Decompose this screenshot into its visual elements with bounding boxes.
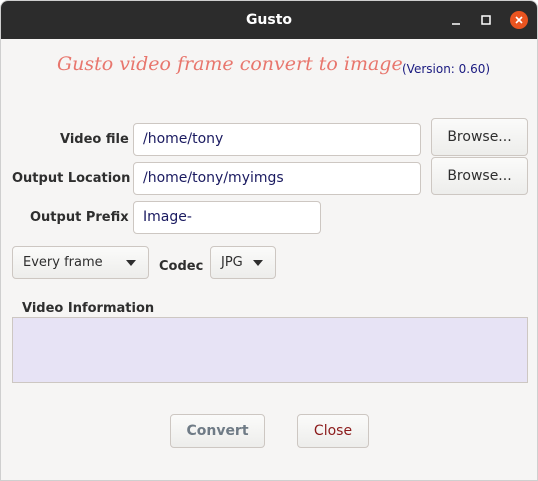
title-bar: Gusto	[1, 1, 537, 39]
output-prefix-input[interactable]: Image-	[133, 201, 321, 234]
video-file-input[interactable]: /home/tony	[133, 123, 421, 156]
dialog-body: Gusto video frame convert to image (Vers…	[1, 39, 537, 480]
video-file-browse-button[interactable]: Browse...	[431, 118, 528, 156]
version-label: (Version: 0.60)	[402, 62, 491, 76]
minimize-icon	[452, 23, 460, 25]
window-close-button[interactable]	[510, 11, 528, 29]
output-location-label: Output Location	[12, 171, 131, 186]
chevron-down-icon	[253, 260, 263, 266]
close-button[interactable]: Close	[297, 414, 369, 448]
maximize-button[interactable]	[477, 11, 495, 29]
app-window: Gusto Gusto video frame convert to image…	[0, 0, 538, 481]
video-information-label: Video Information	[22, 301, 155, 316]
output-location-browse-button[interactable]: Browse...	[431, 157, 528, 195]
video-file-label: Video file	[60, 132, 129, 147]
maximize-icon	[481, 15, 491, 25]
output-location-input[interactable]: /home/tony/myimgs	[133, 162, 421, 195]
codec-label: Codec	[159, 259, 204, 274]
close-icon	[515, 16, 523, 24]
chevron-down-icon	[126, 260, 136, 266]
convert-button[interactable]: Convert	[170, 414, 265, 448]
frame-mode-dropdown[interactable]: Every frame	[12, 246, 149, 279]
app-heading: Gusto video frame convert to image	[57, 53, 403, 75]
codec-selected: JPG	[221, 255, 243, 270]
codec-dropdown[interactable]: JPG	[210, 246, 276, 279]
minimize-button[interactable]	[447, 11, 465, 29]
output-prefix-label: Output Prefix	[30, 210, 129, 225]
frame-mode-selected: Every frame	[23, 255, 103, 270]
video-information-box[interactable]	[12, 317, 528, 383]
